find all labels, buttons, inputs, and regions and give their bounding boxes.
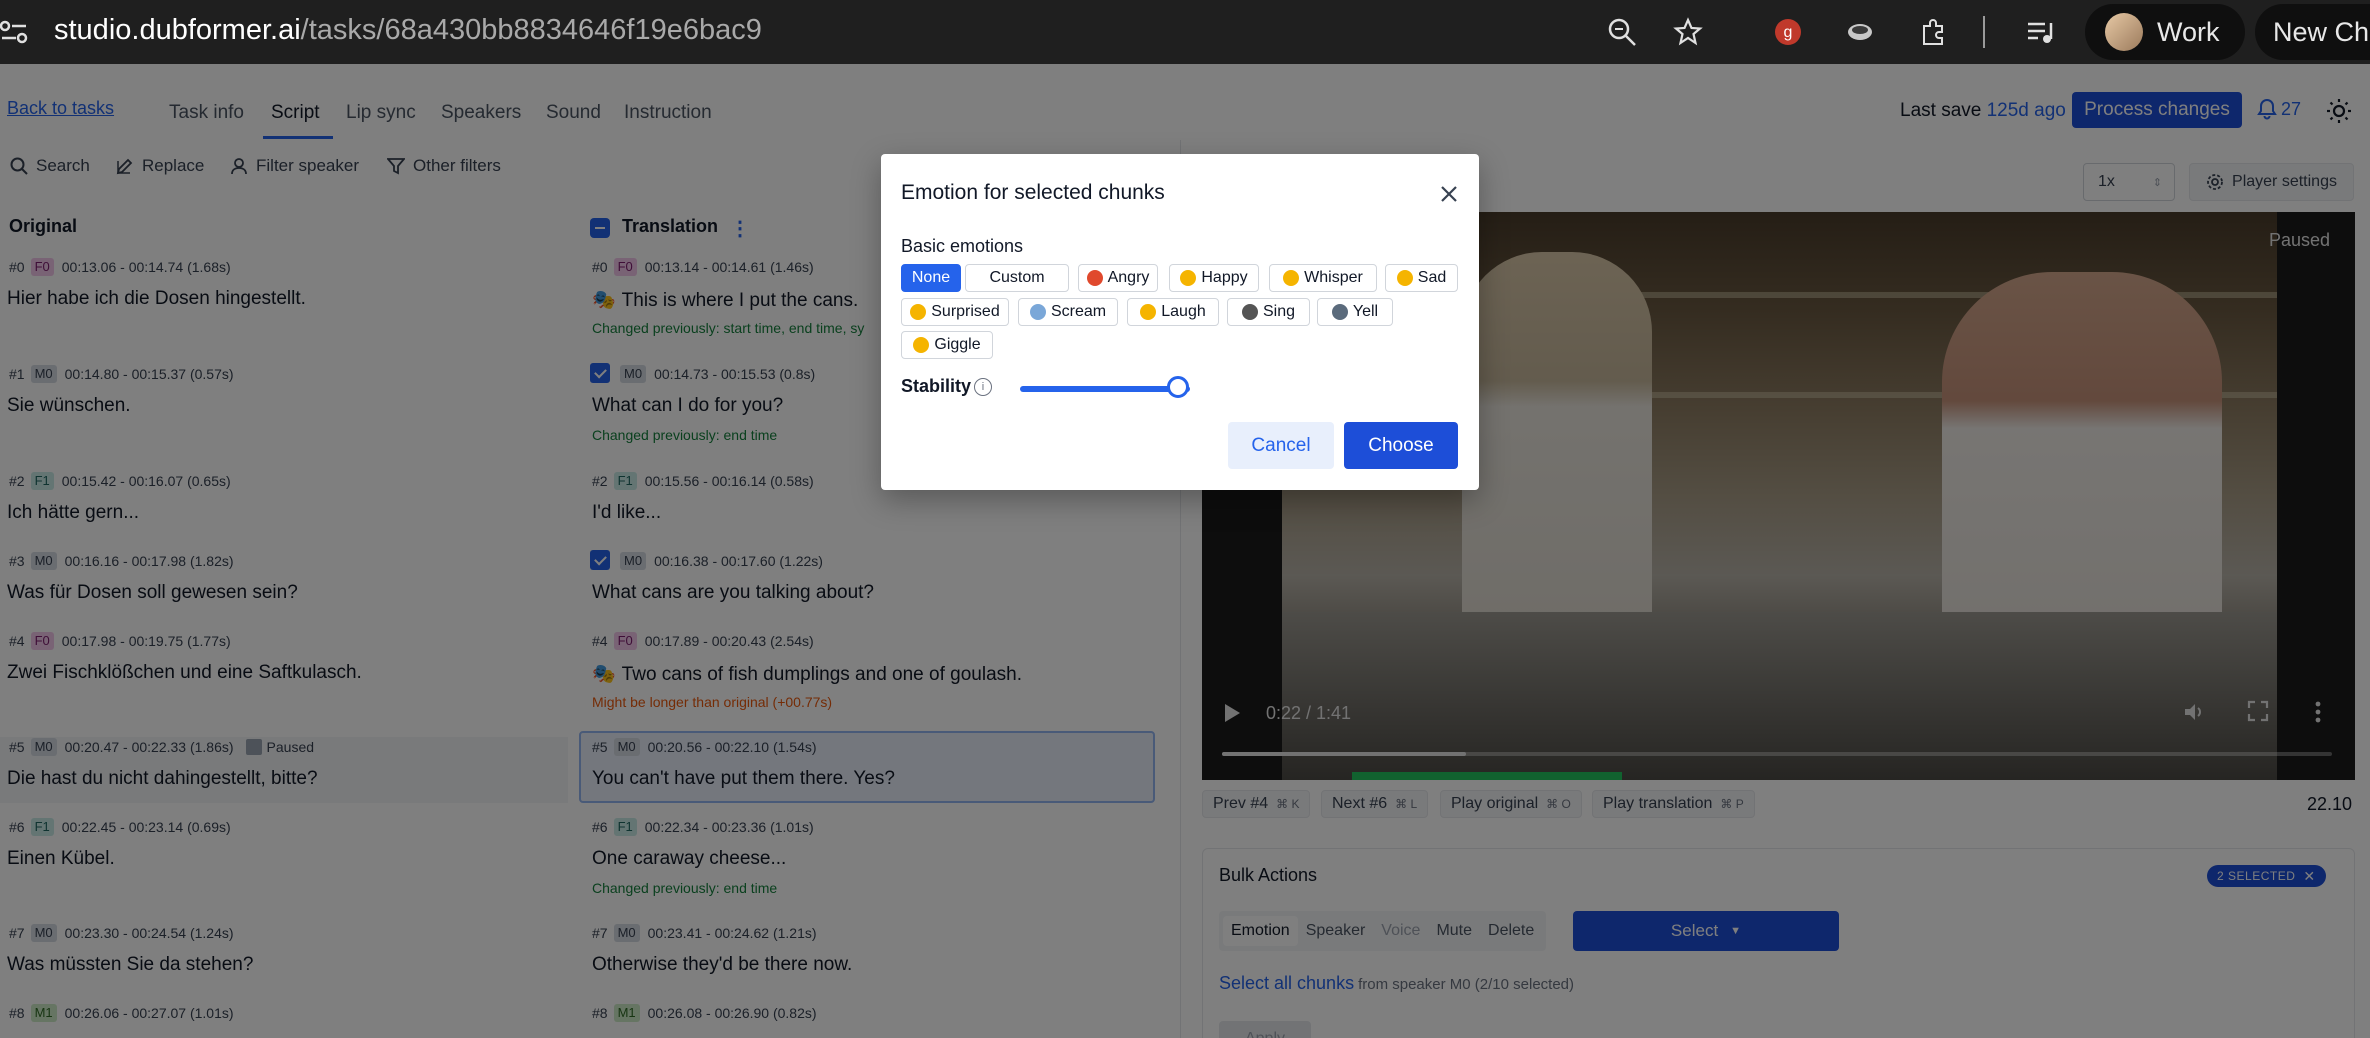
url-path: /tasks/68a430bb8834646f19e6bac9 — [300, 14, 762, 46]
extension-disc-icon[interactable] — [1842, 14, 1878, 50]
url-host: studio.dubformer.ai — [54, 14, 301, 46]
emotion-option-yell[interactable]: Yell — [1317, 298, 1393, 326]
emotion-option-giggle[interactable]: Giggle — [901, 331, 993, 359]
scream-face-icon — [1029, 304, 1046, 320]
emotion-option-label: Giggle — [934, 336, 981, 353]
whisper-face-icon — [1283, 270, 1300, 286]
basic-emotions-label: Basic emotions — [901, 236, 1024, 256]
profile-name: Work — [2157, 16, 2220, 47]
choose-button[interactable]: Choose — [1344, 422, 1458, 469]
stability-slider-track[interactable] — [1020, 386, 1190, 392]
profile-avatar — [2105, 13, 2143, 51]
media-controls-icon[interactable] — [2022, 14, 2058, 50]
emotion-option-sing[interactable]: Sing — [1227, 298, 1310, 326]
stability-label: Stability — [901, 376, 972, 396]
emotion-option-angry[interactable]: Angry — [1078, 264, 1158, 292]
happy-face-icon — [1180, 270, 1197, 286]
browser-bar: studio.dubformer.ai/tasks/68a430bb883464… — [0, 0, 2370, 64]
microphone-icon — [1241, 304, 1258, 320]
emotion-option-label: Sad — [1417, 269, 1447, 286]
speaking-head-icon — [1331, 304, 1348, 320]
giggle-face-icon — [913, 337, 930, 353]
extensions-puzzle-icon[interactable] — [1915, 14, 1951, 50]
emotion-option-label: Sing — [1262, 303, 1296, 320]
new-chat-label: New Ch — [2273, 16, 2370, 47]
sad-face-icon — [1396, 270, 1413, 286]
emotion-option-label: None — [911, 269, 951, 286]
stability-slider-thumb[interactable] — [1167, 376, 1189, 398]
grammarly-extension-icon[interactable]: g — [1770, 14, 1806, 50]
emotion-option-label: Whisper — [1304, 269, 1363, 286]
svg-text:g: g — [1784, 24, 1793, 41]
emotion-option-label: Laugh — [1161, 303, 1206, 320]
emotion-option-none[interactable]: None — [901, 264, 961, 292]
close-icon[interactable] — [1437, 182, 1461, 206]
bookmark-star-icon[interactable] — [1670, 14, 1706, 50]
zoom-icon[interactable] — [1604, 14, 1640, 50]
surprised-face-icon — [910, 304, 927, 320]
info-icon[interactable]: i — [974, 378, 992, 396]
emotion-option-label: Happy — [1201, 269, 1248, 286]
emotion-option-label: Custom — [989, 269, 1045, 286]
emotion-option-scream[interactable]: Scream — [1018, 298, 1118, 326]
address-bar[interactable]: studio.dubformer.ai/tasks/68a430bb883464… — [54, 14, 762, 47]
laugh-face-icon — [1140, 304, 1157, 320]
emotion-option-label: Angry — [1107, 269, 1150, 286]
profile-button[interactable]: Work — [2085, 4, 2245, 60]
site-settings-icon[interactable] — [0, 18, 30, 46]
emotion-option-whisper[interactable]: Whisper — [1269, 264, 1377, 292]
angry-face-icon — [1086, 270, 1103, 286]
emotion-option-sad[interactable]: Sad — [1385, 264, 1458, 292]
emotion-option-laugh[interactable]: Laugh — [1127, 298, 1219, 326]
new-chat-button[interactable]: New Ch — [2255, 4, 2370, 60]
emotion-option-label: Surprised — [931, 303, 1000, 320]
cancel-button[interactable]: Cancel — [1228, 422, 1334, 469]
toolbar-separator — [1983, 16, 1985, 48]
emotion-option-label: Scream — [1050, 303, 1107, 320]
emotion-option-surprised[interactable]: Surprised — [901, 298, 1009, 326]
emotion-modal: Emotion for selected chunks Basic emotio… — [881, 154, 1479, 490]
emotion-option-happy[interactable]: Happy — [1169, 264, 1259, 292]
modal-title: Emotion for selected chunks — [901, 181, 1165, 204]
emotion-option-label: Yell — [1352, 303, 1379, 320]
emotion-option-custom[interactable]: Custom — [965, 264, 1069, 292]
